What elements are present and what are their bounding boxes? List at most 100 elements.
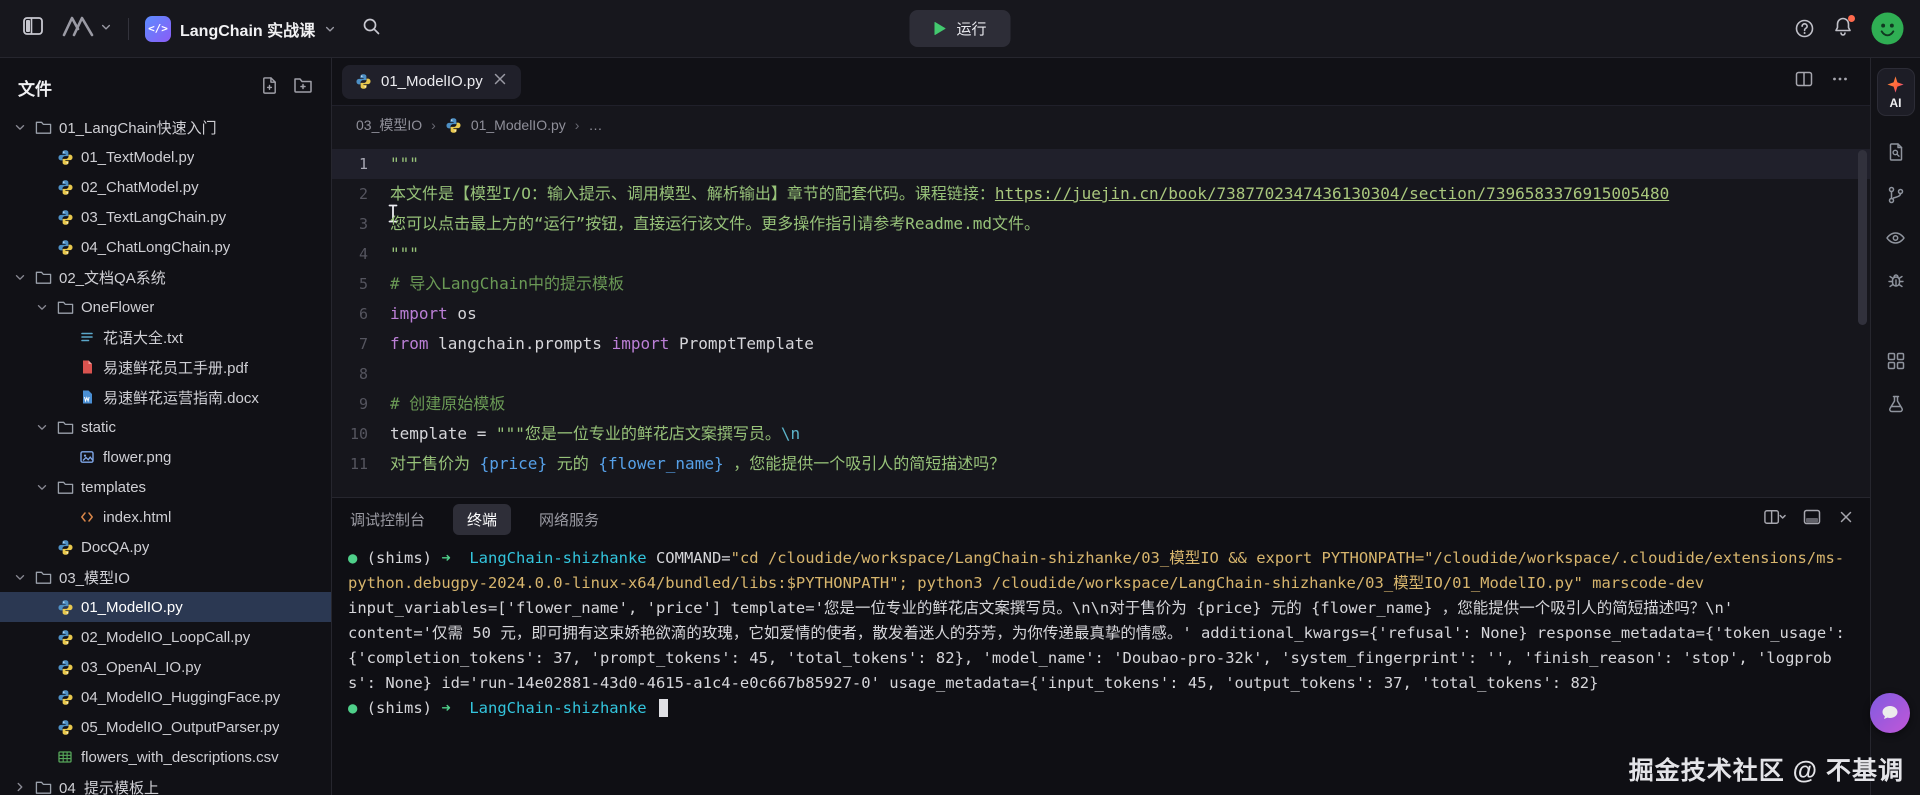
- tree-item[interactable]: templates: [0, 472, 331, 502]
- tree-item[interactable]: 03_TextLangChain.py: [0, 202, 331, 232]
- code-line[interactable]: 11对于售价为 {price} 元的 {flower_name} ，您能提供一个…: [332, 449, 1870, 479]
- help-icon[interactable]: [1794, 18, 1815, 39]
- code-token: import: [612, 334, 670, 353]
- tree-item[interactable]: 易速鲜花员工手册.pdf: [0, 352, 331, 382]
- tree-item[interactable]: 01_LangChain快速入门: [0, 112, 331, 142]
- editor-more-button[interactable]: [1830, 69, 1850, 94]
- code-text: # 导入LangChain中的提示模板: [390, 269, 624, 299]
- editor-tab[interactable]: 01_ModelIO.py: [342, 65, 521, 99]
- tree-item[interactable]: 花语大全.txt: [0, 322, 331, 352]
- chevron-down-icon[interactable]: [12, 120, 27, 134]
- tree-item-label: 02_ModelIO_LoopCall.py: [81, 629, 250, 646]
- editor-scrollbar[interactable]: [1858, 150, 1867, 325]
- tree-item[interactable]: 03_OpenAI_IO.py: [0, 652, 331, 682]
- panel-layout-button[interactable]: [1802, 507, 1822, 532]
- new-file-button[interactable]: [260, 76, 279, 100]
- code-text: 对于售价为 {price} 元的 {flower_name} ，您能提供一个吸引…: [390, 449, 1005, 479]
- code-line[interactable]: 6import os: [332, 299, 1870, 329]
- file-search-icon[interactable]: [1886, 142, 1906, 162]
- tree-item[interactable]: OneFlower: [0, 292, 331, 322]
- git-branch-icon[interactable]: [1886, 185, 1906, 205]
- tree-item[interactable]: 04_提示模板上: [0, 772, 331, 795]
- panel-tab-network-service[interactable]: 网络服务: [537, 504, 601, 535]
- preview-eye-icon[interactable]: [1885, 228, 1906, 248]
- breadcrumb-separator: ›: [575, 117, 580, 133]
- line-number: 6: [332, 299, 390, 329]
- notifications-button[interactable]: [1833, 16, 1853, 42]
- tree-item[interactable]: flowers_with_descriptions.csv: [0, 742, 331, 772]
- tree-item-label: 03_TextLangChain.py: [81, 209, 226, 226]
- test-flask-icon[interactable]: [1886, 394, 1906, 414]
- ai-assistant-button[interactable]: AI: [1877, 68, 1915, 116]
- code-line[interactable]: 3您可以点击最上方的“运行”按钮，直接运行该文件。更多操作指引请参考Readme…: [332, 209, 1870, 239]
- tree-item[interactable]: 02_ChatModel.py: [0, 172, 331, 202]
- breadcrumb-item[interactable]: 03_模型IO: [356, 115, 422, 135]
- project-switcher[interactable]: </> LangChain 实战课: [145, 16, 336, 42]
- chevron-down-icon[interactable]: [34, 480, 49, 494]
- close-tab-icon[interactable]: [492, 71, 508, 92]
- project-name: LangChain 实战课: [180, 17, 315, 41]
- split-terminal-button[interactable]: [1763, 507, 1786, 532]
- chevron-right-icon[interactable]: [12, 780, 27, 794]
- terminal-line: content='仅需 50 元，即可拥有这束娇艳欲滴的玫瑰，它如爱情的使者，散…: [348, 621, 1850, 696]
- terminal-line: ● (shims) ➜ LangChain-shizhanke: [348, 696, 1850, 721]
- tree-item[interactable]: 05_ModelIO_OutputParser.py: [0, 712, 331, 742]
- code-line[interactable]: 2本文件是【模型I/O：输入提示、调用模型、解析输出】章节的配套代码。课程链接：…: [332, 179, 1870, 209]
- tree-item[interactable]: 04_ChatLongChain.py: [0, 232, 331, 262]
- avatar[interactable]: [1871, 12, 1904, 45]
- terminal-line: input_variables=['flower_name', 'price']…: [348, 596, 1850, 621]
- tree-item[interactable]: 易速鲜花运营指南.docx: [0, 382, 331, 412]
- tree-item-label: templates: [81, 479, 146, 496]
- code-line[interactable]: 5# 导入LangChain中的提示模板: [332, 269, 1870, 299]
- code-line[interactable]: 1""": [332, 149, 1870, 179]
- close-panel-button[interactable]: [1838, 509, 1854, 530]
- line-number: 3: [332, 209, 390, 239]
- new-folder-button[interactable]: [293, 76, 313, 100]
- code-line[interactable]: 8: [332, 359, 1870, 389]
- code-token: """: [390, 244, 419, 263]
- sidebar-toggle-button[interactable]: [16, 12, 50, 46]
- code-token: langchain.prompts: [429, 334, 612, 353]
- tree-item[interactable]: index.html: [0, 502, 331, 532]
- code-line[interactable]: 4""": [332, 239, 1870, 269]
- tree-item-label: 04_ModelIO_HuggingFace.py: [81, 689, 280, 706]
- panel-tab-debug-console[interactable]: 调试控制台: [348, 504, 427, 535]
- tree-item[interactable]: static: [0, 412, 331, 442]
- tree-item-label: 01_TextModel.py: [81, 149, 194, 166]
- breadcrumb-item[interactable]: …: [588, 117, 602, 133]
- tree-item[interactable]: 01_TextModel.py: [0, 142, 331, 172]
- tree-item-label: 04_ChatLongChain.py: [81, 239, 230, 256]
- tree-item[interactable]: 04_ModelIO_HuggingFace.py: [0, 682, 331, 712]
- split-editor-button[interactable]: [1794, 69, 1814, 94]
- support-float-button[interactable]: [1870, 693, 1910, 733]
- tree-item[interactable]: flower.png: [0, 442, 331, 472]
- tree-item-label: 易速鲜花员工手册.pdf: [103, 357, 248, 378]
- extensions-grid-icon[interactable]: [1886, 351, 1906, 371]
- tree-item-label: 03_模型IO: [59, 567, 130, 588]
- tree-item[interactable]: DocQA.py: [0, 532, 331, 562]
- tree-item[interactable]: 02_ModelIO_LoopCall.py: [0, 622, 331, 652]
- chevron-down-icon[interactable]: [12, 270, 27, 284]
- terminal-text: LangChain-shizhanke: [469, 549, 656, 567]
- chevron-down-icon[interactable]: [12, 570, 27, 584]
- panel-tab-terminal[interactable]: 终端: [453, 504, 511, 535]
- global-search-button[interactable]: [354, 12, 388, 46]
- pdf-file-icon: [78, 359, 96, 375]
- breadcrumb-item[interactable]: 01_ModelIO.py: [471, 117, 566, 133]
- code-line[interactable]: 10template = """您是一位专业的鲜花店文案撰写员。\n: [332, 419, 1870, 449]
- workspace-menu[interactable]: [62, 15, 112, 42]
- chevron-down-icon[interactable]: [34, 300, 49, 314]
- tree-item[interactable]: 02_文档QA系统: [0, 262, 331, 292]
- terminal-line: ● (shims) ➜ LangChain-shizhanke COMMAND=…: [348, 546, 1850, 596]
- run-button[interactable]: 运行: [909, 10, 1010, 47]
- ai-spark-icon: [1886, 75, 1905, 94]
- code-line[interactable]: 7from langchain.prompts import PromptTem…: [332, 329, 1870, 359]
- code-text: import os: [390, 299, 477, 329]
- code-line[interactable]: 9# 创建原始模板: [332, 389, 1870, 419]
- tree-item[interactable]: 03_模型IO: [0, 562, 331, 592]
- chevron-down-icon[interactable]: [34, 420, 49, 434]
- tree-item[interactable]: 01_ModelIO.py: [0, 592, 331, 622]
- debug-bug-icon[interactable]: [1886, 271, 1906, 291]
- code-token: """您是一位专业的鲜花店文案撰写员。: [496, 424, 781, 443]
- code-editor[interactable]: 1"""2本文件是【模型I/O：输入提示、调用模型、解析输出】章节的配套代码。课…: [332, 144, 1870, 497]
